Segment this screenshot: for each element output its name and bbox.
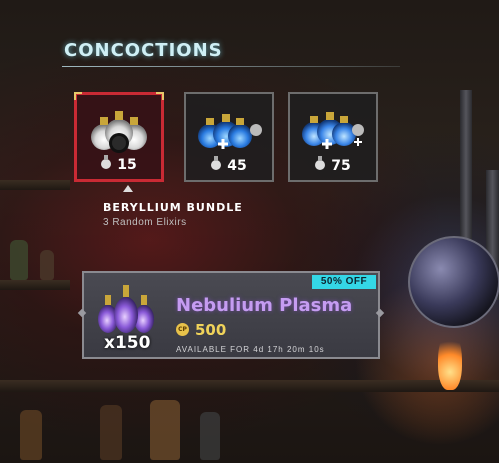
shelf xyxy=(0,180,70,190)
lab-background xyxy=(0,0,499,463)
bottle-decor xyxy=(10,240,28,280)
bundle-cost-value: 75 xyxy=(331,158,351,174)
bundle-cost: 75 xyxy=(290,156,376,174)
bundle-cost: 45 xyxy=(186,156,272,174)
elixir-bundle-icon xyxy=(198,114,262,149)
counter xyxy=(0,380,499,392)
elixir-bottle-icon xyxy=(101,155,112,169)
burner-flame-decor xyxy=(438,330,462,390)
bundle-cost: 15 xyxy=(77,155,161,173)
glass-flask-decor xyxy=(408,236,499,328)
elixir-bundle-icon xyxy=(302,112,364,149)
bottle-decor xyxy=(40,250,54,280)
bottle-decor xyxy=(20,410,42,460)
bottle-decor xyxy=(150,400,180,460)
bottle-decor xyxy=(200,412,220,460)
offer-price-value: 500 xyxy=(195,321,227,339)
elixir-bottle-icon xyxy=(315,156,326,170)
bundle-tile-3[interactable]: 75 xyxy=(288,92,378,182)
selected-bundle-name: BERYLLIUM BUNDLE xyxy=(103,201,243,214)
selection-indicator xyxy=(123,185,133,192)
discount-badge: 50% OFF xyxy=(312,275,376,289)
bottle-decor xyxy=(100,405,122,460)
elixir-bottle-icon xyxy=(211,156,222,170)
offer-price: CP 500 xyxy=(176,321,226,339)
section-title: CONCOCTIONS xyxy=(64,40,223,61)
bundle-cost-value: 45 xyxy=(227,158,247,174)
bundle-tile-2[interactable]: 45 xyxy=(184,92,274,182)
cp-coin-icon: CP xyxy=(176,323,189,336)
title-divider xyxy=(62,66,400,67)
featured-offer-card[interactable]: 50% OFF x150 Nebulium Plasma CP 500 AVAIL… xyxy=(77,271,385,359)
selected-bundle-description: 3 Random Elixirs xyxy=(103,217,187,228)
offer-quantity: x150 xyxy=(104,333,151,353)
elixir-bundle-icon xyxy=(91,111,147,153)
bundle-tile-1[interactable]: 15 xyxy=(74,92,164,182)
offer-name: Nebulium Plasma xyxy=(176,295,353,316)
selection-corner xyxy=(156,92,164,100)
shelf xyxy=(0,280,70,290)
selection-corner xyxy=(74,92,82,100)
offer-availability: AVAILABLE FOR 4d 17h 20m 10s xyxy=(176,345,325,354)
bundle-cost-value: 15 xyxy=(117,157,137,173)
